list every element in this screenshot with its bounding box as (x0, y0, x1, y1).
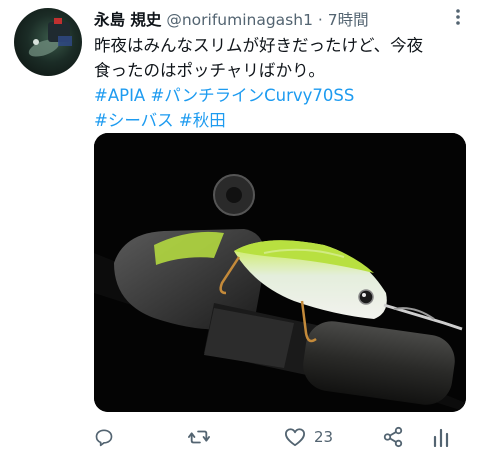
retweet-icon (188, 430, 210, 444)
more-options-button[interactable] (450, 6, 466, 28)
hashtag-link[interactable]: #APIA (94, 86, 145, 105)
tweet-text-line: 食ったのはポッチャリばかり。 (94, 61, 325, 80)
more-vertical-icon (456, 9, 460, 25)
author-name[interactable]: 永島 規史 (94, 11, 161, 29)
retweet-button[interactable] (188, 424, 210, 450)
tweet-photo[interactable] (94, 133, 466, 412)
share-button[interactable] (382, 424, 404, 450)
reply-button[interactable] (94, 424, 114, 450)
avatar-image (28, 18, 72, 57)
hashtag-line: #シーバス #秋田 (94, 108, 474, 133)
timestamp[interactable]: 7時間 (328, 11, 369, 29)
tweet-text-line: 昨夜はみんなスリムが好きだったけど、今夜 (94, 36, 424, 55)
reply-icon (95, 429, 113, 447)
tweet-header: 永島 規史 @norifuminagash1 · 7時間 (94, 8, 474, 30)
hashtag-link[interactable]: #シーバス (94, 111, 174, 130)
tweet-actions: 23 (94, 424, 466, 450)
heart-icon (284, 428, 305, 447)
avatar[interactable] (14, 8, 82, 76)
fishing-lure-photo (94, 133, 466, 412)
analytics-button[interactable] (432, 424, 450, 450)
separator: · (317, 11, 323, 29)
like-count: 23 (314, 428, 334, 446)
hashtag-line: #APIA #パンチラインCurvy70SS (94, 83, 474, 108)
tweet-text: 昨夜はみんなスリムが好きだったけど、今夜 食ったのはポッチャリばかり。 #API… (94, 33, 474, 133)
author-handle[interactable]: @norifuminagash1 (166, 11, 313, 29)
share-icon (383, 426, 403, 448)
like-button[interactable]: 23 (284, 424, 333, 450)
analytics-icon (433, 428, 449, 447)
hashtag-link[interactable]: #秋田 (179, 111, 226, 130)
hashtag-link[interactable]: #パンチラインCurvy70SS (150, 86, 354, 105)
